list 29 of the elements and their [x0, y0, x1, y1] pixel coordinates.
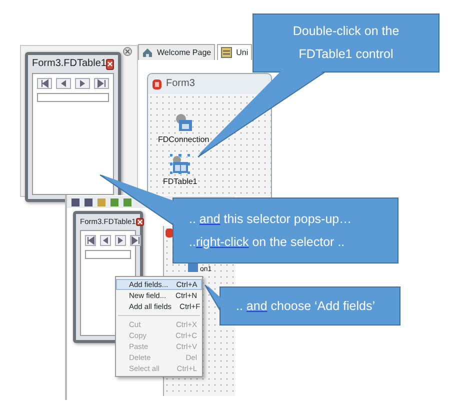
document-icon [221, 47, 232, 58]
next-icon[interactable] [116, 236, 125, 244]
last-icon[interactable] [131, 236, 140, 244]
close-icon[interactable] [123, 47, 132, 56]
input-field[interactable] [85, 250, 131, 258]
input-field[interactable] [37, 93, 109, 102]
component-label: FDTable1 [163, 178, 198, 186]
previous-icon[interactable] [59, 79, 68, 88]
window-title: Form3.FDTable1 [32, 59, 106, 69]
callout-text: Double-click on the [292, 24, 400, 39]
callout-text: FDTable1 control [298, 47, 394, 62]
next-icon[interactable] [78, 79, 87, 88]
callout-text: .. and this selector pops-up… [189, 212, 352, 226]
tab[interactable]: Uni [217, 44, 252, 60]
table-component-icon[interactable] [170, 154, 190, 174]
close-button[interactable] [106, 58, 114, 70]
tab[interactable]: Welcome Page [138, 44, 216, 60]
last-icon[interactable] [97, 79, 106, 88]
first-icon[interactable] [40, 79, 49, 88]
callout-text: .. and choose ‘Add fields’ [236, 298, 375, 314]
callout-text: ..right-click on the selector .. [189, 234, 345, 250]
form-icon [152, 78, 162, 90]
connection-component-icon[interactable] [174, 112, 194, 132]
previous-icon[interactable] [101, 236, 110, 244]
first-icon[interactable] [86, 236, 95, 244]
component-label: FDConnection [158, 136, 210, 144]
close-button[interactable] [136, 218, 144, 226]
window-title: Form3 [166, 79, 195, 89]
house-icon [142, 47, 153, 58]
